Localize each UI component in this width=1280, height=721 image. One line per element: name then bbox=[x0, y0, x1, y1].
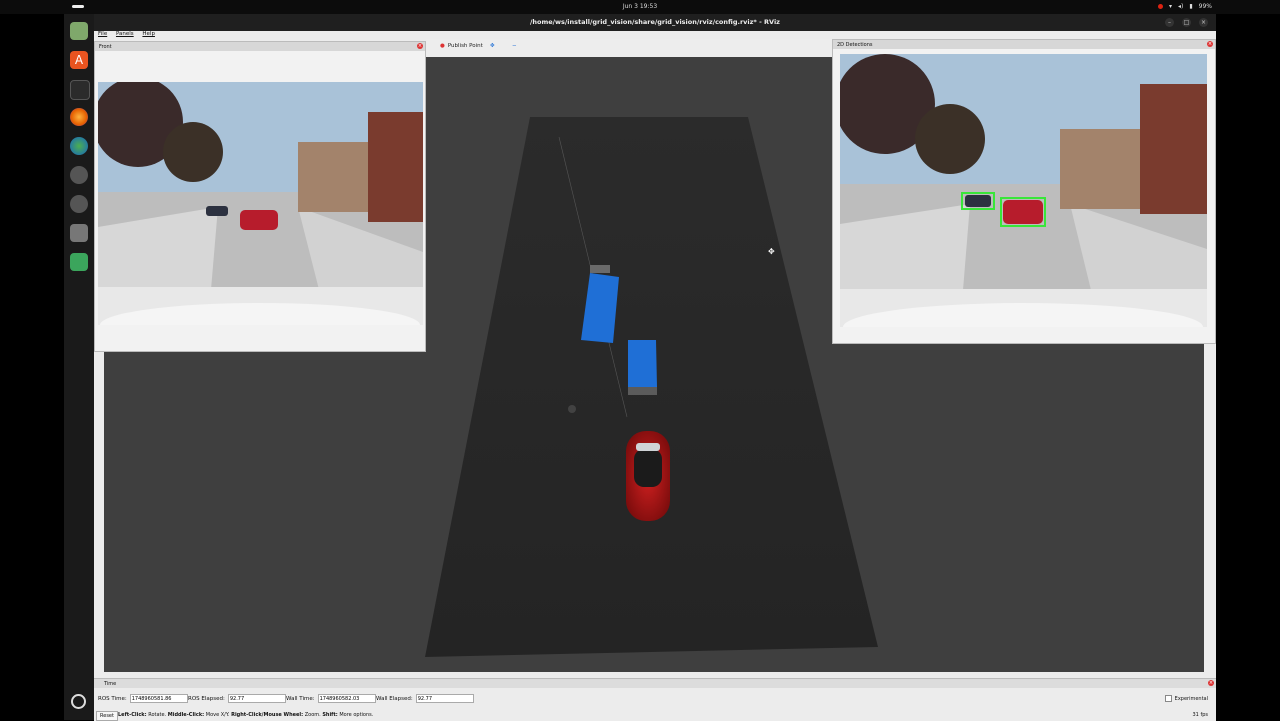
recording-icon bbox=[1157, 4, 1163, 9]
ego-vehicle-model bbox=[626, 431, 670, 521]
settings-gear-icon[interactable] bbox=[70, 166, 88, 184]
mouse-cursor-icon: ✥ bbox=[768, 247, 775, 256]
experimental-label: Experimental bbox=[1174, 695, 1208, 702]
experimental-toggle[interactable]: Experimental bbox=[1164, 695, 1208, 702]
close-icon[interactable]: × bbox=[1199, 18, 1208, 27]
ros-time-label: ROS Time: bbox=[98, 695, 127, 702]
wall-time-input[interactable] bbox=[317, 694, 376, 703]
terminal-icon[interactable] bbox=[70, 80, 90, 100]
wifi-icon: ▾ bbox=[1168, 3, 1172, 10]
minimize-icon[interactable]: – bbox=[1165, 18, 1174, 27]
detected-box-top bbox=[590, 265, 610, 273]
system-top-bar: Jun 3 19:53 ▾ ◂) ▮ 99% bbox=[0, 0, 1280, 14]
system-clock[interactable]: Jun 3 19:53 bbox=[0, 3, 1280, 10]
panel-title: 2D Detections bbox=[837, 42, 873, 48]
remove-tool-icon[interactable]: − bbox=[512, 43, 517, 49]
panel-title: Time bbox=[104, 681, 117, 687]
panel-title: Front bbox=[99, 44, 112, 50]
close-panel-icon[interactable]: × bbox=[1208, 680, 1214, 686]
wall-elapsed-field: Wall Elapsed: bbox=[376, 694, 474, 703]
ros-time-input[interactable] bbox=[129, 694, 188, 703]
detections-image bbox=[840, 54, 1207, 327]
move-camera-icon[interactable]: ✥ bbox=[490, 43, 495, 49]
publish-point-tool[interactable]: ● Publish Point bbox=[440, 43, 483, 49]
system-tray[interactable]: ▾ ◂) ▮ 99% bbox=[1157, 3, 1212, 10]
experimental-checkbox[interactable] bbox=[1164, 695, 1172, 702]
tool-bar: ● Publish Point ✥ − bbox=[426, 39, 832, 57]
battery-icon: ▮ bbox=[1189, 3, 1193, 10]
marker-point bbox=[568, 405, 576, 413]
menu-help[interactable]: Help bbox=[142, 31, 155, 37]
detected-box-3d bbox=[628, 340, 657, 387]
front-camera-panel: Front × bbox=[94, 41, 426, 352]
firefox-icon[interactable] bbox=[70, 108, 88, 126]
application-dock: A bbox=[64, 14, 94, 720]
volume-icon: ◂) bbox=[1177, 3, 1184, 10]
show-apps-icon[interactable] bbox=[71, 694, 86, 709]
time-panel: Time × ROS Time: ROS Elapsed: Wall Time:… bbox=[94, 678, 1216, 721]
menu-bar: File Panels Help bbox=[94, 31, 434, 39]
app-center-icon[interactable]: A bbox=[70, 51, 88, 69]
wall-time-field: Wall Time: bbox=[286, 694, 376, 703]
battery-level: 99% bbox=[1198, 3, 1212, 10]
wall-time-label: Wall Time: bbox=[286, 695, 315, 702]
ros-elapsed-field: ROS Elapsed: bbox=[188, 694, 286, 703]
detected-box-side bbox=[628, 387, 657, 395]
mouse-hint: Left-Click: Rotate. Middle-Click: Move X… bbox=[118, 712, 374, 718]
wall-elapsed-label: Wall Elapsed: bbox=[376, 695, 413, 702]
disk-icon[interactable] bbox=[70, 224, 88, 242]
close-panel-icon[interactable]: × bbox=[1207, 41, 1213, 47]
publish-point-label: Publish Point bbox=[447, 43, 483, 49]
front-camera-image bbox=[98, 82, 423, 325]
close-panel-icon[interactable]: × bbox=[417, 43, 423, 49]
ros-time-field: ROS Time: bbox=[98, 694, 188, 703]
panel-titlebar[interactable]: Front × bbox=[95, 42, 425, 51]
ros-elapsed-label: ROS Elapsed: bbox=[188, 695, 225, 702]
wall-elapsed-input[interactable] bbox=[415, 694, 474, 703]
window-title: /home/ws/install/grid_vision/share/grid_… bbox=[530, 18, 780, 26]
files-icon[interactable] bbox=[70, 22, 88, 40]
status-bar: Reset Left-Click: Rotate. Middle-Click: … bbox=[94, 709, 1216, 721]
rviz-gear-icon[interactable] bbox=[70, 195, 88, 213]
maximize-icon[interactable]: □ bbox=[1182, 18, 1191, 27]
rviz-window: /home/ws/install/grid_vision/share/grid_… bbox=[94, 14, 1216, 721]
map-pin-icon: ● bbox=[440, 43, 445, 49]
menu-panels[interactable]: Panels bbox=[116, 31, 134, 37]
panel-titlebar[interactable]: Time × bbox=[94, 679, 1216, 688]
ros-elapsed-input[interactable] bbox=[227, 694, 286, 703]
window-titlebar[interactable]: /home/ws/install/grid_vision/share/grid_… bbox=[94, 14, 1216, 31]
panel-titlebar[interactable]: 2D Detections × bbox=[833, 40, 1215, 49]
detections-panel: 2D Detections × bbox=[832, 39, 1216, 344]
menu-file[interactable]: File bbox=[98, 31, 107, 37]
trash-recycle-icon[interactable] bbox=[70, 253, 88, 271]
fps-counter: 31 fps bbox=[1192, 712, 1209, 718]
globe-app-icon[interactable] bbox=[70, 137, 88, 155]
